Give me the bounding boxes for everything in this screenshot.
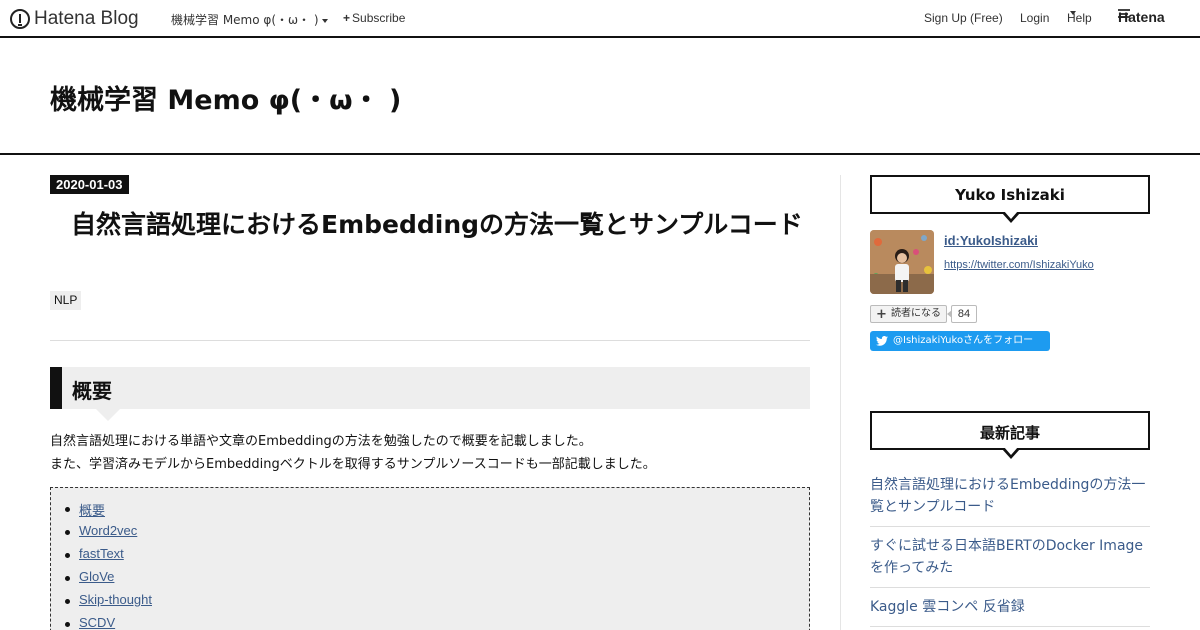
entry-title[interactable]: 自然言語処理におけるEmbeddingの方法一覧とサンプルコード (71, 208, 806, 241)
profile-heading: Yuko Ishizaki (955, 186, 1065, 204)
plus-icon: + (876, 307, 887, 322)
twitter-follow-button[interactable]: @IshizakiYukoさんをフォロー (870, 331, 1050, 351)
blog-title[interactable]: 機械学習 Memo φ(・ω・ ) (50, 78, 401, 117)
toc-link[interactable]: GloVe (79, 569, 114, 584)
profile-id-link[interactable]: id:YukoIshizaki (944, 233, 1038, 248)
toc-item: Word2vec (65, 523, 152, 546)
toc-item: 概要 (65, 500, 152, 523)
signup-link[interactable]: Sign Up (Free) (924, 11, 1003, 25)
body-paragraph: また、学習済みモデルからEmbeddingベクトルを取得するサンプルソースコード… (50, 457, 656, 472)
category-tag[interactable]: NLP (50, 291, 82, 310)
toc-link[interactable]: SCDV (79, 615, 115, 630)
toc-link[interactable]: fastText (79, 546, 124, 561)
column-divider (840, 175, 841, 630)
global-header: Hatena Blog 機械学習 Memo φ(・ω・ ) + Subscribe… (0, 0, 1200, 38)
recent-heading-box: 最新記事 (870, 411, 1150, 459)
hatena-logo-icon (10, 9, 30, 29)
body-paragraph: 自然言語処理における単語や文章のEmbeddingの方法を勉強したので概要を記載… (50, 434, 592, 449)
section-heading-text: 概要 (72, 379, 112, 403)
toc-item: SCDV (65, 615, 152, 630)
section-heading: 概要 (50, 367, 810, 421)
avatar[interactable] (870, 230, 934, 294)
toc-link[interactable]: Skip-thought (79, 592, 152, 607)
subscribe-button[interactable]: + Subscribe (343, 11, 405, 25)
reader-button-label: 読者になる (891, 308, 941, 319)
divider (50, 340, 810, 341)
hatena-blog-logo[interactable]: Hatena Blog (10, 7, 139, 31)
hatena-brand-label: Hatena (1118, 9, 1165, 25)
reader-count: 84 (947, 305, 977, 323)
twitter-bird-icon (876, 336, 888, 346)
follow-button-label: @IshizakiYukoさんをフォロー (893, 335, 1034, 346)
logo-text: Hatena Blog (34, 8, 139, 29)
toc-item: fastText (65, 546, 152, 569)
chevron-down-icon (321, 18, 328, 23)
blog-header: 機械学習 Memo φ(・ω・ ) (0, 38, 1200, 155)
avatar-photo (870, 230, 934, 294)
recent-article-link[interactable]: すぐに試せる日本語BERTのDocker Imageを作ってみた (870, 527, 1150, 588)
blog-menu[interactable]: 機械学習 Memo φ(・ω・ ) (171, 11, 328, 28)
toc-item: GloVe (65, 569, 152, 592)
table-of-contents: 概要 Word2vec fastText GloVe Skip-thought … (50, 487, 810, 630)
twitter-profile-link[interactable]: https://twitter.com/IshizakiYuko (944, 259, 1094, 271)
entry-date[interactable]: 2020-01-03 (50, 175, 129, 194)
toc-link[interactable]: 概要 (79, 503, 105, 518)
recent-article-link[interactable]: Kaggle 雲コンペ 反省録 (870, 588, 1150, 627)
toc-item: Skip-thought (65, 592, 152, 615)
recent-article-link[interactable]: 自然言語処理におけるEmbeddingの方法一覧とサンプルコード (870, 474, 1150, 527)
plus-icon: + (343, 11, 351, 25)
login-link[interactable]: Login (1020, 11, 1049, 25)
blog-menu-label: 機械学習 Memo φ(・ω・ ) (171, 13, 319, 27)
chevron-down-icon (1070, 11, 1076, 15)
subscribe-label: Subscribe (352, 11, 406, 25)
profile-heading-box: Yuko Ishizaki (870, 175, 1150, 223)
recent-heading: 最新記事 (979, 424, 1040, 442)
recent-articles-list: 自然言語処理におけるEmbeddingの方法一覧とサンプルコード すぐに試せる日… (870, 474, 1150, 627)
toc-link[interactable]: Word2vec (79, 523, 137, 538)
become-reader-button[interactable]: + 読者になる (870, 305, 947, 323)
